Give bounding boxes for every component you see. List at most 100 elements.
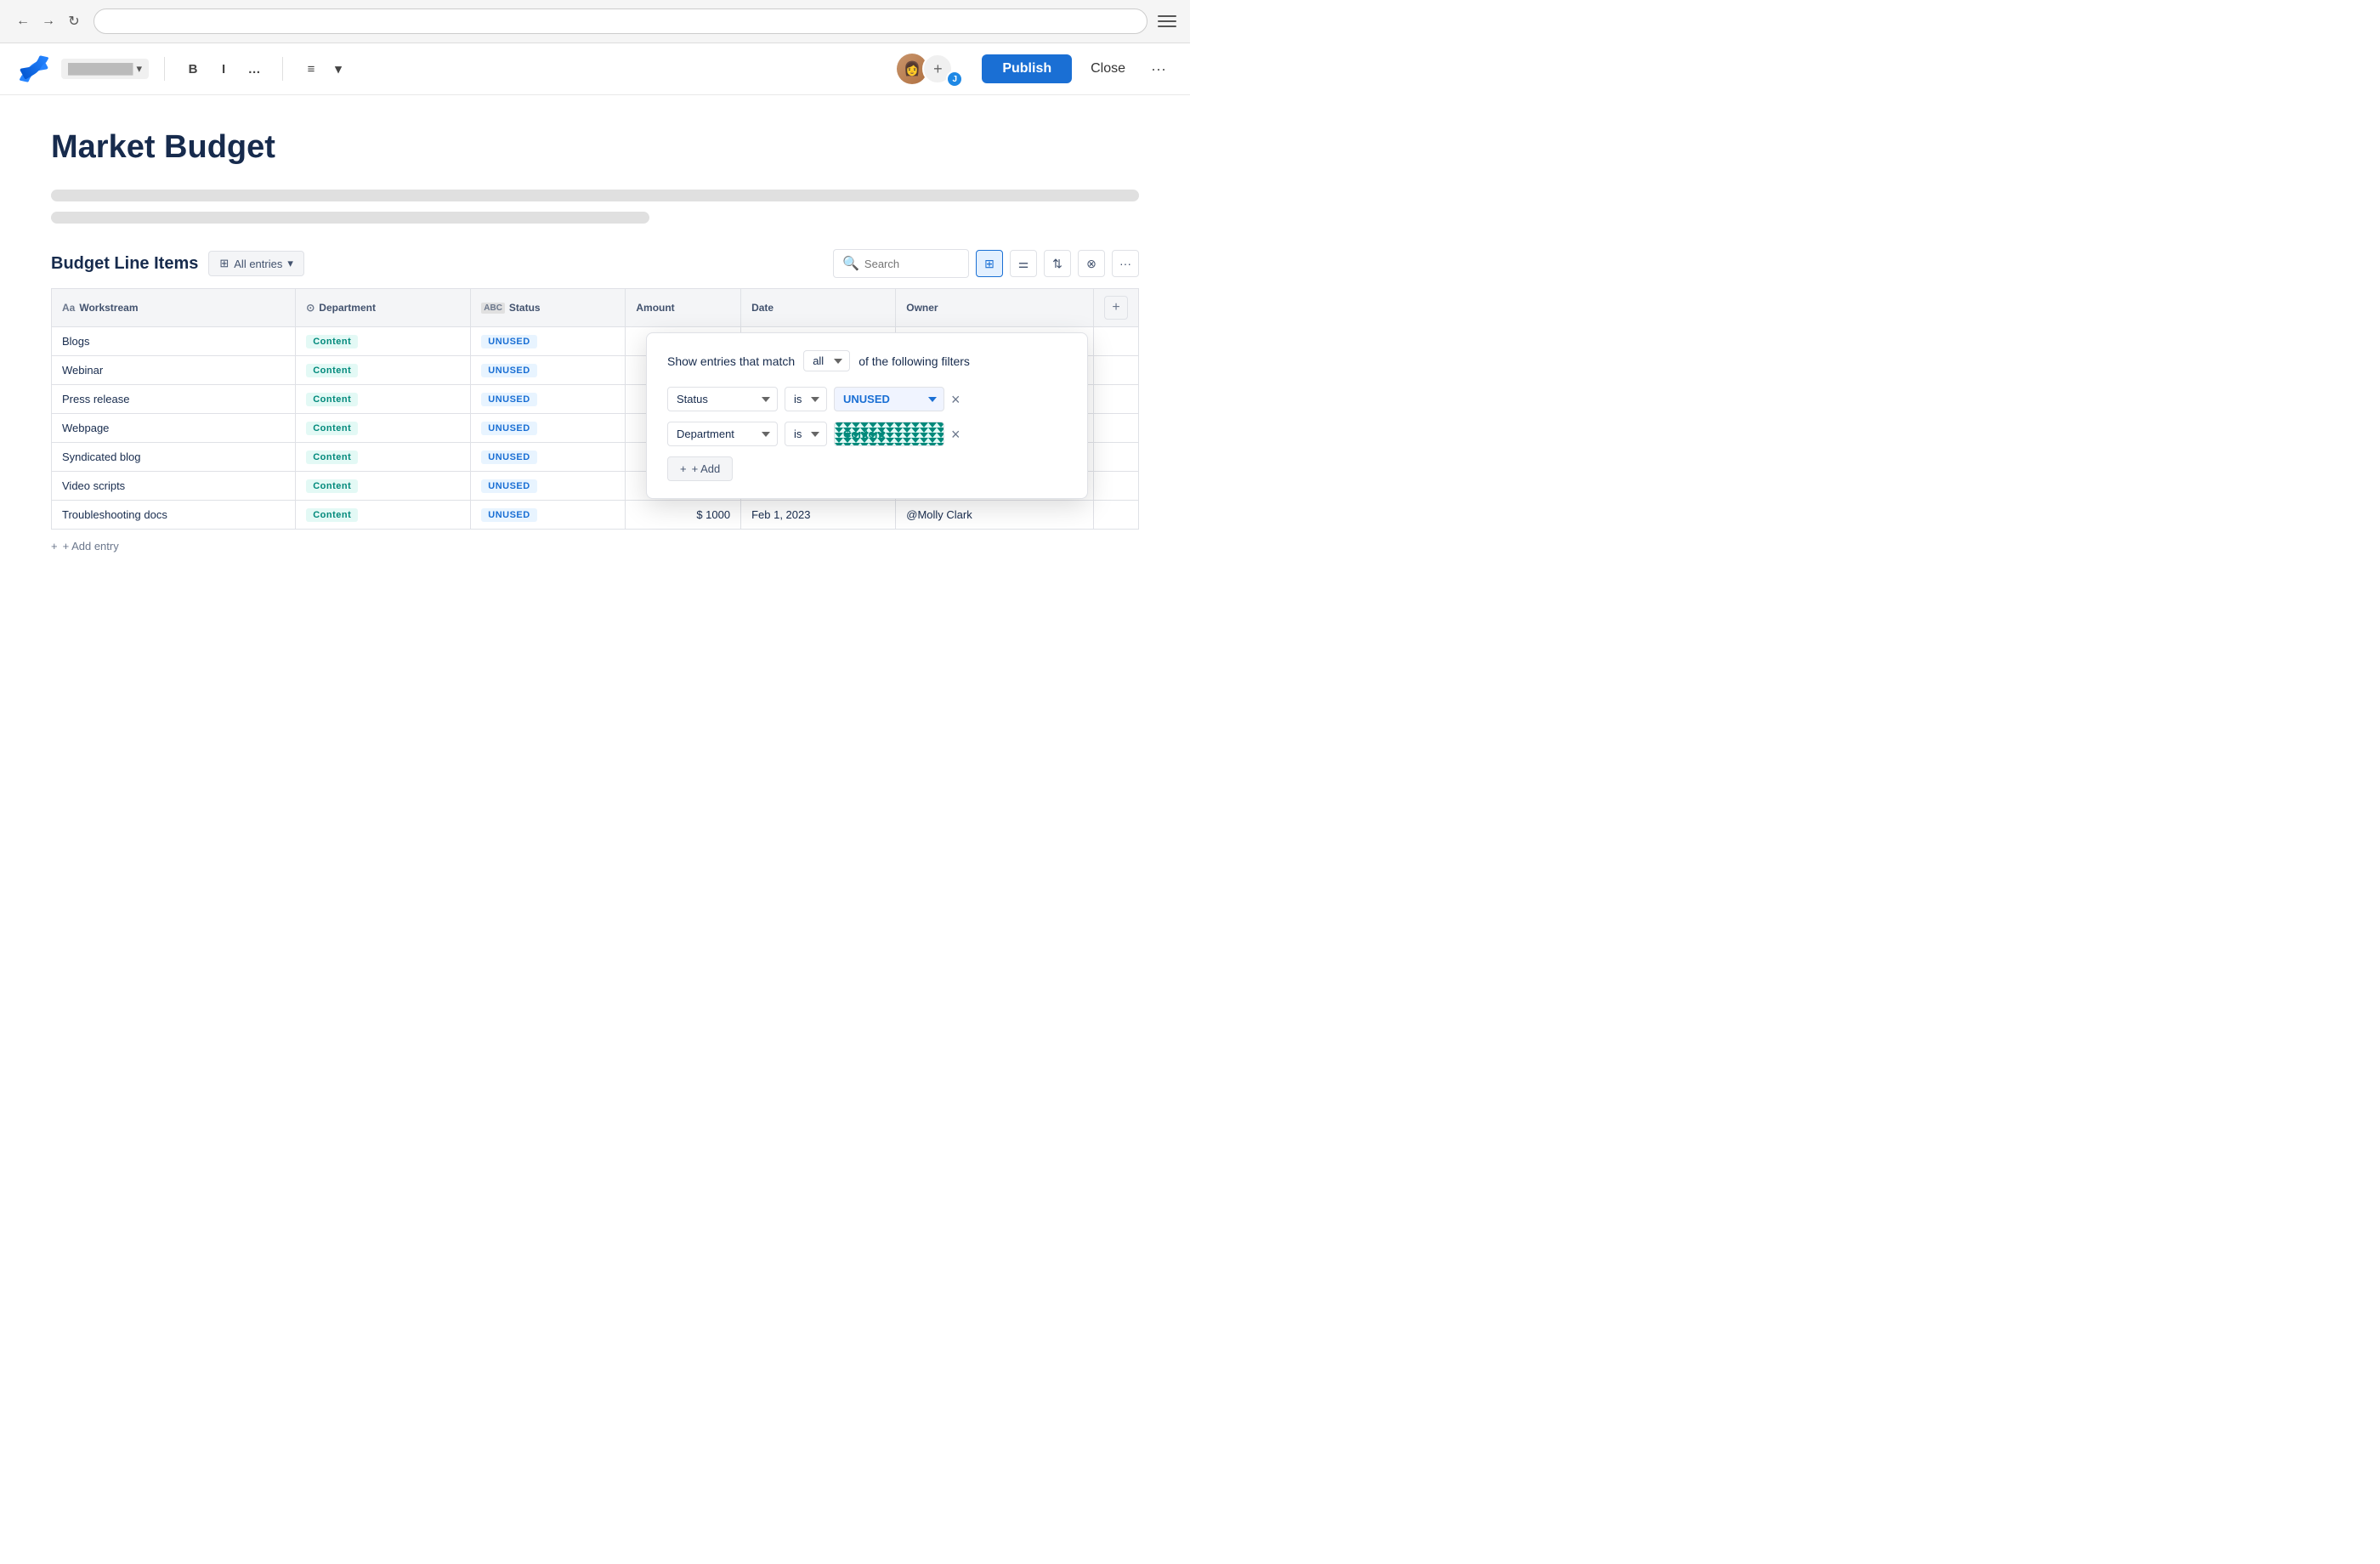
toolbar-divider-2 [282, 57, 283, 81]
cell-workstream[interactable]: Press release [52, 385, 296, 414]
more-options-button[interactable]: ··· [1144, 57, 1173, 82]
add-filter-button[interactable]: + + Add [667, 456, 733, 481]
close-button[interactable]: Close [1082, 54, 1134, 83]
database-title: Budget Line Items [51, 254, 198, 274]
cell-status: UNUSED [471, 443, 626, 472]
cell-department: Content [296, 501, 471, 530]
more-db-button[interactable]: ··· [1112, 250, 1139, 277]
hamburger-menu[interactable] [1158, 12, 1176, 31]
filter-operator-1[interactable]: is [785, 387, 827, 411]
cell-status: UNUSED [471, 414, 626, 443]
table-header-row: Aa Workstream ⊙ Department [52, 289, 1139, 327]
add-entry-button[interactable]: + + Add entry [51, 540, 119, 552]
style-group: █████████ ▾ [61, 59, 149, 79]
back-button[interactable]: ← [14, 12, 32, 31]
col-header-amount: Amount [626, 289, 741, 327]
cell-workstream[interactable]: Video scripts [52, 472, 296, 501]
cell-status: UNUSED [471, 327, 626, 356]
browser-nav: ← → ↻ [14, 12, 83, 31]
cell-extra [1094, 385, 1139, 414]
browser-chrome: ← → ↻ [0, 0, 1190, 43]
collaborator-badge: J [946, 71, 963, 88]
col-header-owner: Owner [896, 289, 1094, 327]
filter-button[interactable]: ⚌ [1010, 250, 1037, 277]
hide-icon: ⊗ [1086, 257, 1096, 271]
align-chevron-button[interactable]: ▾ [326, 56, 351, 82]
filter-icon: ⚌ [1018, 257, 1029, 271]
confluence-logo [17, 52, 51, 86]
cell-workstream[interactable]: Syndicated blog [52, 443, 296, 472]
search-box[interactable]: 🔍 [833, 249, 969, 278]
add-filter-icon: + [680, 462, 687, 475]
add-filter-label: + Add [692, 462, 721, 475]
add-entry-label: + Add entry [63, 540, 119, 552]
add-column-button[interactable]: + [1104, 296, 1128, 320]
hide-button[interactable]: ⊗ [1078, 250, 1105, 277]
all-entries-button[interactable]: ⊞ All entries ▾ [208, 251, 304, 276]
style-label: █████████ [68, 63, 133, 75]
table-wrapper: Aa Workstream ⊙ Department [51, 288, 1139, 530]
italic-button[interactable]: I [211, 56, 236, 82]
filter-match-select[interactable]: all any [803, 350, 850, 371]
database-section: Budget Line Items ⊞ All entries ▾ 🔍 ⊞ [51, 249, 1139, 563]
cell-owner: @Molly Clark [896, 501, 1094, 530]
all-entries-label: All entries [234, 258, 282, 270]
filter-row-2: Department is Content × [667, 422, 1067, 446]
col-header-add: + [1094, 289, 1139, 327]
more-format-button[interactable]: … [241, 56, 267, 82]
app-container: █████████ ▾ B I … ≡ ▾ 👩 + J Publish Clos… [0, 43, 1190, 580]
publish-button[interactable]: Publish [982, 54, 1072, 83]
cell-department: Content [296, 472, 471, 501]
grid-view-button[interactable]: ⊞ [976, 250, 1003, 277]
placeholder-line-2 [51, 212, 649, 224]
cell-status: UNUSED [471, 356, 626, 385]
cell-status: UNUSED [471, 472, 626, 501]
editor-toolbar: █████████ ▾ B I … ≡ ▾ 👩 + J Publish Clos… [0, 43, 1190, 95]
align-button[interactable]: ≡ [298, 56, 324, 82]
filter-field-1[interactable]: Status [667, 387, 778, 411]
page-title: Market Budget [51, 129, 1139, 166]
align-group: ≡ ▾ [298, 56, 351, 82]
filter-remove-1-button[interactable]: × [951, 392, 960, 407]
filter-field-2[interactable]: Department [667, 422, 778, 446]
grid-icon: ⊞ [219, 257, 229, 270]
filter-value-1[interactable]: UNUSED [834, 387, 944, 411]
filter-operator-2[interactable]: is [785, 422, 827, 446]
chevron-down-icon: ▾ [287, 257, 293, 270]
cell-extra [1094, 414, 1139, 443]
style-dropdown[interactable]: █████████ ▾ [61, 59, 149, 79]
search-icon: 🔍 [842, 255, 859, 272]
cell-department: Content [296, 356, 471, 385]
cell-extra [1094, 327, 1139, 356]
page-content: Market Budget Budget Line Items ⊞ All en… [0, 95, 1190, 580]
cell-status: UNUSED [471, 501, 626, 530]
status-col-icon: ABC [481, 303, 505, 314]
cell-workstream[interactable]: Webinar [52, 356, 296, 385]
filter-popup: Show entries that match all any of the f… [646, 332, 1088, 499]
table-row: Troubleshooting docs Content UNUSED $ 10… [52, 501, 1139, 530]
cell-workstream[interactable]: Blogs [52, 327, 296, 356]
cell-extra [1094, 443, 1139, 472]
filter-remove-2-button[interactable]: × [951, 427, 960, 442]
add-entry-icon: + [51, 540, 58, 552]
department-col-label: Department [319, 302, 376, 314]
db-toolbar-right: 🔍 ⊞ ⚌ ⇅ ⊗ ··· [833, 249, 1139, 278]
cell-department: Content [296, 327, 471, 356]
workstream-col-icon: Aa [62, 302, 75, 314]
forward-button[interactable]: → [39, 12, 58, 31]
search-input[interactable] [864, 258, 949, 270]
filter-suffix-text: of the following filters [858, 354, 970, 368]
grid-view-icon: ⊞ [984, 257, 994, 271]
sort-button[interactable]: ⇅ [1044, 250, 1071, 277]
filter-header: Show entries that match all any of the f… [667, 350, 1067, 371]
col-header-workstream: Aa Workstream [52, 289, 296, 327]
cell-workstream[interactable]: Troubleshooting docs [52, 501, 296, 530]
filter-value-2[interactable]: Content [834, 422, 944, 446]
department-col-icon: ⊙ [306, 302, 314, 314]
cell-workstream[interactable]: Webpage [52, 414, 296, 443]
url-bar[interactable] [94, 8, 1148, 34]
bold-button[interactable]: B [180, 56, 206, 82]
database-header: Budget Line Items ⊞ All entries ▾ 🔍 ⊞ [51, 249, 1139, 278]
status-col-label: Status [509, 302, 541, 314]
reload-button[interactable]: ↻ [65, 12, 83, 31]
